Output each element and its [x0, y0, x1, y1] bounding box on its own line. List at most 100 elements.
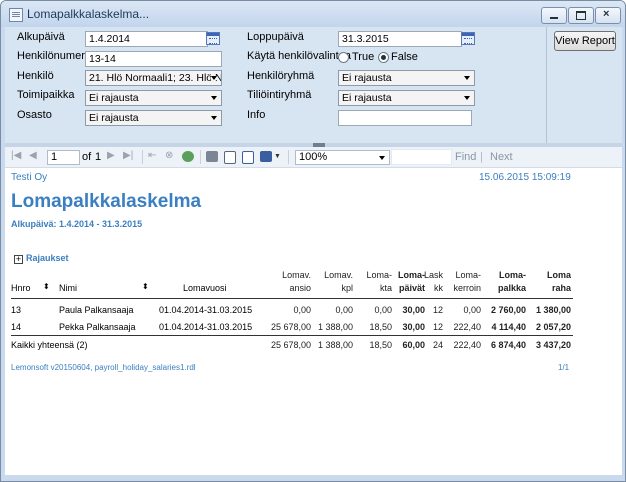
- col-kta: Loma-kta: [360, 269, 392, 295]
- col-laskkk: Lask kk: [423, 269, 443, 295]
- row-hnro: 14: [11, 322, 22, 332]
- row-nimi: Paula Palkansaaja: [59, 305, 134, 315]
- find-input[interactable]: [391, 149, 452, 165]
- toimipaikka-value: Ei rajausta: [89, 92, 139, 104]
- total-pages: 1: [95, 151, 102, 163]
- report-viewer: Testi Oy 15.06.2015 15:09:19 Lomapalkkal…: [5, 168, 622, 475]
- zoom-select[interactable]: 100%: [295, 150, 390, 165]
- zoom-value: 100%: [299, 151, 328, 163]
- total-raha: 3 437,20: [535, 340, 571, 350]
- col-kerroin-line1: Loma-: [455, 270, 481, 280]
- true-radio[interactable]: [338, 52, 349, 63]
- print-layout-icon[interactable]: [224, 151, 236, 164]
- chevron-down-icon[interactable]: ▼: [274, 153, 281, 160]
- previous-page-icon[interactable]: ◀: [29, 150, 37, 161]
- col-kpl: Lomav. kpl: [321, 269, 353, 295]
- sort-icon[interactable]: ⬍: [142, 282, 149, 291]
- report-timestamp: 15.06.2015 15:09:19: [479, 172, 571, 183]
- row-kpl: 1 388,00: [317, 322, 353, 332]
- loppupaiva-label: Loppupäivä: [247, 31, 304, 43]
- true-label: True: [352, 51, 375, 63]
- expand-icon[interactable]: +: [14, 255, 23, 264]
- toolbar-separator: [288, 150, 289, 164]
- first-page-icon[interactable]: |◀: [11, 150, 21, 161]
- col-kta-line1: Loma-: [366, 270, 392, 280]
- calendar-icon[interactable]: [206, 32, 220, 45]
- tiliointiryhma-select[interactable]: Ei rajausta: [338, 90, 475, 106]
- col-ansio-line1: Lomav.: [282, 270, 311, 280]
- row-paivat: 30,00: [402, 305, 425, 315]
- company-name: Testi Oy: [11, 172, 48, 183]
- last-page-icon[interactable]: ▶|: [123, 150, 133, 161]
- of-label: of: [82, 151, 92, 163]
- total-label: Kaikki yhteensä (2): [11, 340, 88, 350]
- col-kpl-line2: kpl: [341, 283, 353, 293]
- false-radio[interactable]: [378, 52, 389, 63]
- henkilonumero-input[interactable]: 13-14: [85, 51, 222, 67]
- col-laskkk-line2: kk: [434, 283, 443, 293]
- osasto-label: Osasto: [17, 109, 52, 121]
- minimize-icon: [550, 17, 558, 19]
- osasto-select[interactable]: Ei rajausta: [85, 110, 222, 126]
- toolbar-separator: [200, 150, 201, 164]
- row-hnro: 13: [11, 305, 22, 315]
- window-icon: [9, 8, 23, 22]
- title-bar[interactable]: Lomapalkkalaskelma... ×: [1, 1, 625, 27]
- col-laskkk-line1: Lask: [423, 270, 443, 280]
- chevron-down-icon: [464, 76, 470, 80]
- calendar-icon[interactable]: [461, 32, 475, 45]
- toolbar-separator-text: |: [480, 151, 483, 163]
- col-raha: Loma raha: [535, 269, 571, 295]
- col-raha-line2: raha: [551, 283, 571, 293]
- report-title: Lomapalkkalaskelma: [11, 191, 202, 212]
- report-period: Alkupäivä: 1.4.2014 - 31.3.2015: [11, 219, 143, 229]
- refresh-icon[interactable]: [182, 151, 194, 162]
- row-lomavuosi: 01.04.2014-31.03.2015: [159, 322, 253, 332]
- header-rule: [11, 298, 573, 299]
- minimize-button[interactable]: [541, 7, 567, 24]
- page-setup-icon[interactable]: [242, 151, 254, 164]
- export-icon[interactable]: [260, 151, 272, 162]
- henkilo-label: Henkilö: [17, 70, 54, 82]
- col-nimi[interactable]: Nimi: [59, 283, 77, 293]
- row-lomavuosi: 01.04.2014-31.03.2015: [159, 305, 253, 315]
- next-page-icon[interactable]: ▶: [107, 150, 115, 161]
- col-raha-line1: Loma: [546, 270, 571, 280]
- info-input[interactable]: [338, 110, 472, 126]
- alkupaiva-input[interactable]: 1.4.2014: [85, 31, 208, 47]
- henkiloryhma-select[interactable]: Ei rajausta: [338, 70, 475, 86]
- report-window: Lomapalkkalaskelma... × Alkupäivä 1.4.20…: [0, 0, 626, 482]
- henkilonumero-label: Henkilönumero: [17, 50, 91, 62]
- tiliointiryhma-value: Ei rajausta: [342, 92, 392, 104]
- tiliointiryhma-label: Tiliöintiryhmä: [247, 89, 312, 101]
- chevron-down-icon: [211, 116, 217, 120]
- kayta-label: Käytä henkilövalintaa: [247, 50, 351, 62]
- next-link[interactable]: Next: [490, 151, 513, 163]
- stop-icon[interactable]: ⊗: [165, 150, 173, 161]
- find-link[interactable]: Find: [455, 151, 476, 163]
- chevron-down-icon: [211, 76, 217, 80]
- window-title: Lomapalkkalaskelma...: [27, 7, 150, 21]
- close-icon: ×: [603, 8, 610, 20]
- henkilo-select[interactable]: 21. Hlö Normaali1; 23. Hlö Norm: [85, 70, 222, 86]
- toimipaikka-select[interactable]: Ei rajausta: [85, 90, 222, 106]
- loppupaiva-input[interactable]: 31.3.2015: [338, 31, 462, 47]
- col-paivat-line2: päivät: [398, 283, 425, 293]
- close-button[interactable]: ×: [595, 7, 621, 24]
- maximize-icon: [576, 11, 586, 20]
- row-raha: 1 380,00: [535, 305, 571, 315]
- back-icon[interactable]: ⇤: [148, 150, 156, 161]
- col-hnro[interactable]: Hnro: [11, 283, 31, 293]
- col-palkka-line2: palkka: [497, 283, 526, 293]
- view-report-button[interactable]: View Report: [554, 31, 616, 51]
- print-icon[interactable]: [206, 151, 218, 162]
- row-kpl: 0,00: [335, 305, 353, 315]
- col-ansio: Lomav. ansio: [275, 269, 311, 295]
- maximize-button[interactable]: [568, 7, 594, 24]
- report-footer-left: Lemonsoft v20150604, payroll_holiday_sal…: [11, 363, 196, 372]
- col-palkka-line1: Loma-: [499, 270, 526, 280]
- sort-icon[interactable]: ⬍: [43, 282, 50, 291]
- page-number-input[interactable]: 1: [47, 150, 80, 165]
- rajaukset-toggle[interactable]: Rajaukset: [26, 253, 69, 263]
- col-lomavuosi: Lomavuosi: [183, 283, 227, 293]
